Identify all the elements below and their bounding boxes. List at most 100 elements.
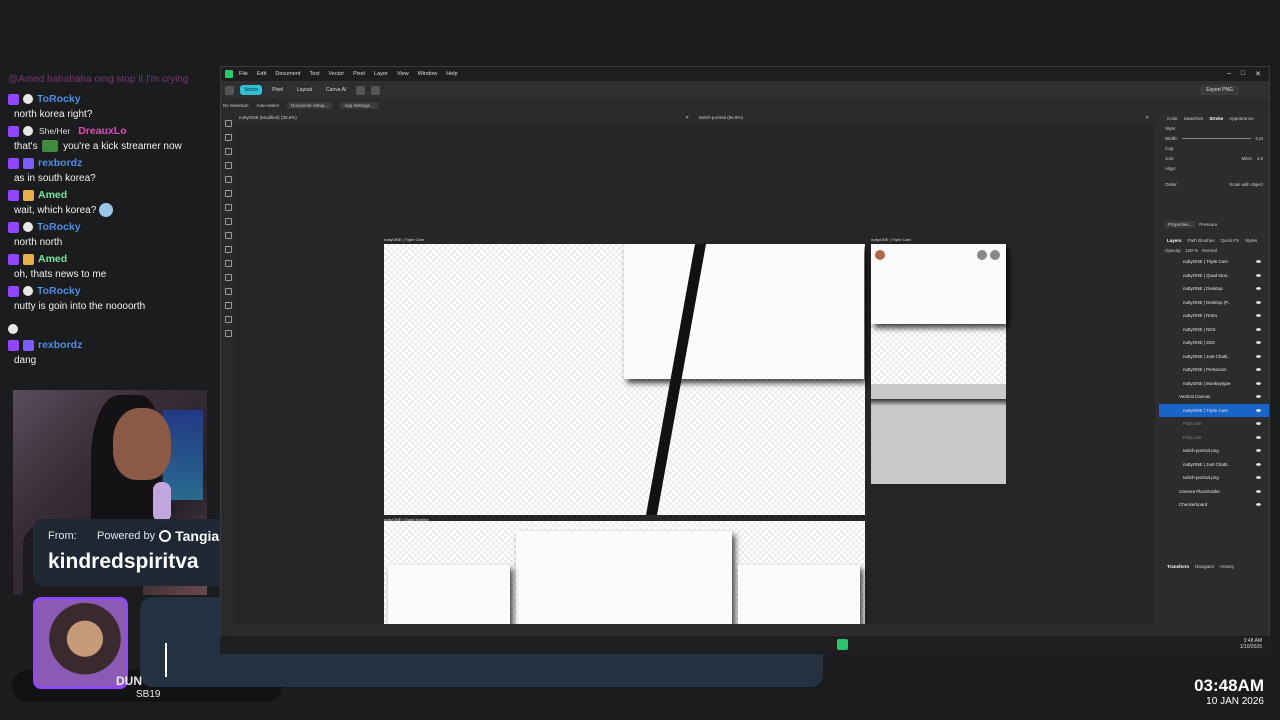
pencil-tool-icon[interactable] — [224, 204, 232, 211]
menu-help[interactable]: Help — [446, 71, 457, 77]
menu-layer[interactable]: Layer — [374, 71, 388, 77]
tab-close-icon[interactable]: ✕ — [685, 115, 689, 124]
tab-stroke[interactable]: Stroke — [1209, 116, 1223, 121]
tab-transform[interactable]: Transform — [1167, 564, 1189, 569]
visibility-eye-icon[interactable] — [1256, 435, 1261, 439]
visibility-eye-icon[interactable] — [1256, 327, 1261, 331]
layer-row[interactable]: nuttyONE | Desktop — [1159, 282, 1269, 296]
tab-quick-fx[interactable]: Quick FX — [1221, 238, 1240, 243]
layer-row[interactable]: Camera Placeholder — [1159, 485, 1269, 499]
artboard-vertical-triple-cam[interactable] — [871, 244, 1006, 484]
share-icon[interactable] — [371, 85, 381, 95]
persona-pixel[interactable]: Pixel — [268, 85, 287, 95]
home-icon[interactable] — [225, 85, 234, 95]
more-icon[interactable] — [356, 85, 366, 95]
persona-canva-ai[interactable]: Canva AI — [322, 85, 350, 95]
tab-nuttyone[interactable]: nuttyONE (Modified) (30.6%) ✕ — [235, 115, 695, 124]
persona-vector[interactable]: Vector — [240, 85, 263, 95]
blend-mode-select[interactable]: Normal — [1202, 248, 1217, 253]
tab-navigator[interactable]: Navigator — [1195, 564, 1214, 569]
corner-tool-icon[interactable] — [224, 162, 232, 169]
tab-history[interactable]: History — [1220, 564, 1234, 569]
visibility-eye-icon[interactable] — [1256, 395, 1261, 399]
opacity-value[interactable]: 100 % — [1186, 248, 1199, 253]
visibility-eye-icon[interactable] — [1256, 422, 1261, 426]
menu-file[interactable]: File — [239, 71, 248, 77]
node-tool-icon[interactable] — [224, 134, 232, 141]
tab-swatches[interactable]: Swatches — [1184, 116, 1204, 121]
slice-tool-icon[interactable] — [224, 288, 232, 295]
visibility-eye-icon[interactable] — [1256, 300, 1261, 304]
app-settings-button[interactable]: App Settings... — [340, 101, 378, 109]
layer-row[interactable]: nuttyONE | Retro — [1159, 309, 1269, 323]
tab-twitch-portrait[interactable]: twitch-portrait (56.8%) ✕ — [695, 115, 1155, 124]
layer-row[interactable]: Vertical Canvas — [1159, 390, 1269, 404]
layer-row[interactable]: Checkerboard — [1159, 498, 1269, 512]
layer-row[interactable]: nuttyONE | Just Chatti.. — [1159, 350, 1269, 364]
visibility-eye-icon[interactable] — [1256, 341, 1261, 345]
width-value[interactable]: 0 pt — [1255, 136, 1263, 141]
menu-view[interactable]: View — [397, 71, 409, 77]
visibility-eye-icon[interactable] — [1256, 408, 1261, 412]
mitre-value[interactable]: 1.5 — [1257, 156, 1263, 161]
menu-document[interactable]: Document — [275, 71, 300, 77]
menu-vector[interactable]: Vector — [329, 71, 345, 77]
layer-row[interactable]: twitch-portrait.png — [1159, 471, 1269, 485]
layer-row[interactable]: nuttyONE | Triple Cam — [1159, 255, 1269, 269]
layer-row[interactable]: Poly Line — [1159, 431, 1269, 445]
pen-tool-icon[interactable] — [224, 190, 232, 197]
layer-row[interactable]: nuttyONE | NDS — [1159, 323, 1269, 337]
canvas-area[interactable]: nuttyONE | Triple Cam nuttyONE | Triple … — [235, 124, 1155, 624]
persona-layout[interactable]: Layout — [293, 85, 316, 95]
minimize-icon[interactable]: – — [1227, 70, 1231, 78]
tab-layers[interactable]: Layers — [1167, 238, 1182, 243]
tab-appearance[interactable]: Appearance — [1229, 116, 1253, 121]
fill-tool-icon[interactable] — [224, 232, 232, 239]
close-icon[interactable]: ✕ — [1255, 70, 1261, 78]
visibility-eye-icon[interactable] — [1256, 476, 1261, 480]
affinity-taskbar-icon[interactable] — [837, 639, 848, 650]
hand-tool-icon[interactable] — [224, 330, 232, 337]
visibility-eye-icon[interactable] — [1256, 354, 1261, 358]
menu-window[interactable]: Window — [418, 71, 438, 77]
artboard-triple-cam[interactable] — [384, 244, 865, 515]
auto-select-checkbox[interactable]: Auto-select — [257, 103, 280, 108]
visibility-eye-icon[interactable] — [1256, 273, 1261, 277]
layer-row[interactable]: nuttyONE | Triple Cam — [1159, 403, 1269, 417]
tab-styles[interactable]: Styles — [1245, 238, 1257, 243]
visibility-eye-icon[interactable] — [1256, 462, 1261, 466]
shape-tool-icon[interactable] — [224, 246, 232, 253]
visibility-eye-icon[interactable] — [1256, 503, 1261, 507]
menu-pixel[interactable]: Pixel — [353, 71, 365, 77]
visibility-eye-icon[interactable] — [1256, 287, 1261, 291]
visibility-eye-icon[interactable] — [1256, 449, 1261, 453]
properties-button[interactable]: Properties... — [1165, 220, 1196, 228]
layer-row[interactable]: nuttyONE | Pentacam — [1159, 363, 1269, 377]
layer-row[interactable]: nuttyONE | Quad Mon.. — [1159, 269, 1269, 283]
visibility-eye-icon[interactable] — [1256, 314, 1261, 318]
layer-row[interactable]: nuttyONE | Just Chatti.. — [1159, 458, 1269, 472]
pressure-button[interactable]: Pressure — [1199, 222, 1217, 227]
text-tool-icon[interactable] — [224, 260, 232, 267]
export-button[interactable]: Export PNG — [1200, 85, 1239, 95]
menu-edit[interactable]: Edit — [257, 71, 266, 77]
move-tool-icon[interactable] — [224, 120, 232, 127]
document-setup-button[interactable]: Document Setup... — [287, 101, 333, 109]
point-transform-icon[interactable] — [224, 148, 232, 155]
tab-close-icon[interactable]: ✕ — [1145, 115, 1149, 124]
maximize-icon[interactable]: □ — [1241, 70, 1245, 78]
artboard-quad-monitor[interactable] — [384, 521, 865, 624]
scale-with-object-checkbox[interactable]: Scale with object — [1229, 182, 1263, 187]
visibility-eye-icon[interactable] — [1256, 368, 1261, 372]
eyedropper-icon[interactable] — [224, 302, 232, 309]
menu-text[interactable]: Text — [309, 71, 319, 77]
layer-row[interactable]: Poly Line — [1159, 417, 1269, 431]
contour-tool-icon[interactable] — [224, 176, 232, 183]
brush-tool-icon[interactable] — [224, 218, 232, 225]
visibility-eye-icon[interactable] — [1256, 260, 1261, 264]
zoom-tool-icon[interactable] — [224, 316, 232, 323]
layer-row[interactable]: twitch-portrait.png — [1159, 444, 1269, 458]
visibility-eye-icon[interactable] — [1256, 489, 1261, 493]
layer-row[interactable]: nuttyONE | Desktop (P.. — [1159, 296, 1269, 310]
layer-row[interactable]: nuttyONE | Monkeytype — [1159, 377, 1269, 391]
